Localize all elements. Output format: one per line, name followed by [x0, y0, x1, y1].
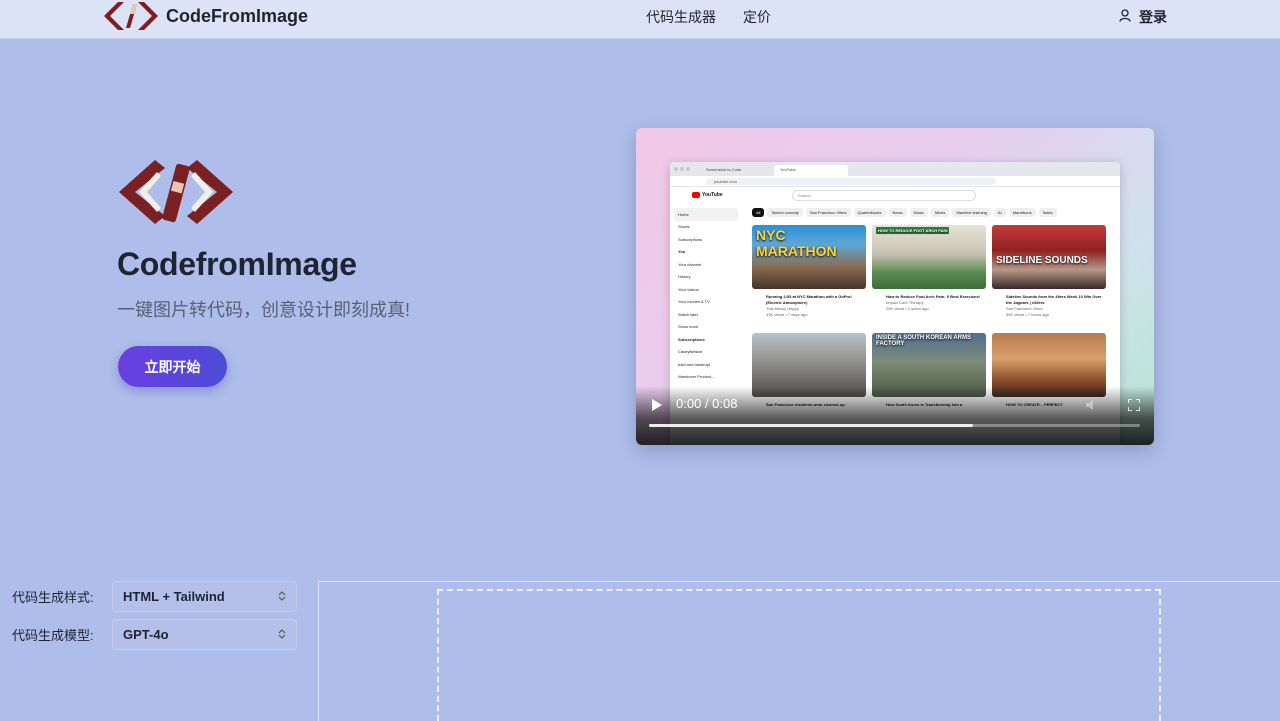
- yt-chip: San Francisco 49ers: [805, 208, 851, 217]
- video-thumbnail: NYC MARATHON: [752, 225, 866, 289]
- model-setting: 代码生成模型: GPT-4o: [12, 619, 297, 650]
- yt-side-item: Your videos: [678, 286, 699, 292]
- volume-icon[interactable]: [1086, 398, 1098, 416]
- yt-side-item: Watch later: [678, 311, 699, 317]
- video-progress-bar[interactable]: [649, 424, 1140, 427]
- browser-tab-active: YouTube: [774, 165, 848, 176]
- yt-chip: All: [752, 208, 765, 217]
- brand-name: CodeFromImage: [166, 5, 309, 26]
- video-thumbnail: SIDELINE SOUNDS: [992, 225, 1106, 289]
- style-value: HTML + Tailwind: [123, 589, 225, 604]
- yt-chip: AI: [993, 208, 1006, 217]
- play-icon[interactable]: [652, 398, 662, 416]
- yt-header: YouTube Search: [670, 187, 1120, 205]
- yt-chip: Mixes: [930, 208, 950, 217]
- yt-chip: Sketch comedy: [767, 208, 803, 217]
- video-meta: Sideline Sounds from the 49ers Week 10 W…: [1006, 294, 1102, 317]
- nav-pricing[interactable]: 定价: [743, 7, 771, 27]
- style-select[interactable]: HTML + Tailwind: [112, 581, 297, 612]
- model-value: GPT-4o: [123, 627, 169, 642]
- yt-side-item: You: [678, 249, 686, 255]
- user-icon: [1119, 9, 1139, 25]
- yt-chip: Quarterbacks: [853, 208, 886, 217]
- video-progress-fill: [649, 424, 974, 427]
- yt-search: Search: [792, 190, 976, 201]
- demo-video[interactable]: Screenshot to Code YouTube youtube.com Y…: [636, 128, 1154, 445]
- video-thumbnail: HOW TO REDUCE FOOT ARCH PAIN: [872, 225, 986, 289]
- image-dropzone[interactable]: [437, 589, 1161, 721]
- video-meta: Running 2:53 at NYC Marathon with a GoPr…: [766, 294, 852, 317]
- hero-logo-icon: [117, 158, 235, 231]
- code-brackets-icon: [104, 2, 158, 30]
- yt-side-item: bald and bankrupt: [678, 361, 711, 367]
- yt-chip: News: [888, 208, 907, 217]
- yt-chips: All Sketch comedy San Francisco 49ers Qu…: [752, 208, 1057, 217]
- top-navbar: CodeFromImage 代码生成器 定价 登录: [0, 0, 1280, 39]
- yt-chip: Marathons: [1008, 208, 1036, 217]
- address-bar: youtube.com: [670, 176, 1120, 187]
- yt-chip: Sales: [1038, 208, 1057, 217]
- chevron-up-down-icon: [278, 589, 286, 604]
- youtube-play-icon: [692, 192, 700, 198]
- yt-chip: Machine learning: [952, 208, 991, 217]
- chevron-up-down-icon: [278, 627, 286, 642]
- yt-side-item: Show more: [678, 324, 699, 330]
- fullscreen-icon[interactable]: [1127, 398, 1141, 416]
- login-label: 登录: [1139, 9, 1167, 25]
- yt-side-item: Subscriptions: [678, 336, 705, 342]
- model-select[interactable]: GPT-4o: [112, 619, 297, 650]
- hero-subtitle: 一键图片转代码，创意设计即刻成真!: [117, 300, 410, 320]
- nav-code-generator[interactable]: 代码生成器: [646, 7, 716, 27]
- window-controls: [674, 167, 690, 171]
- video-time: 0:00 / 0:08: [676, 396, 738, 411]
- yt-sidebar: Home Shorts Subscriptions You Your chann…: [674, 208, 738, 383]
- yt-side-item: Subscriptions: [678, 236, 703, 242]
- yt-logo: YouTube: [692, 192, 723, 198]
- yt-side-item: Your channel: [678, 261, 702, 267]
- brand[interactable]: CodeFromImage: [104, 2, 308, 30]
- main-nav: 代码生成器 定价: [646, 7, 771, 27]
- style-setting: 代码生成样式: HTML + Tailwind: [12, 581, 297, 612]
- yt-side-item: CaseyNeistat: [678, 349, 702, 355]
- hero-title: CodefromImage: [117, 246, 357, 282]
- video-controls: 0:00 / 0:08: [636, 386, 1154, 445]
- browser-tab: Screenshot to Code: [706, 167, 742, 172]
- browser-tabs: Screenshot to Code YouTube: [670, 162, 1120, 176]
- get-started-button[interactable]: 立即开始: [118, 346, 227, 387]
- yt-side-item: Your movies & TV: [678, 299, 710, 305]
- yt-side-item: Shorts: [678, 224, 690, 230]
- video-controls-right: [1086, 398, 1154, 416]
- url-text: youtube.com: [706, 178, 996, 185]
- yt-side-item: Home: [674, 208, 738, 221]
- login-button[interactable]: 登录: [1119, 7, 1167, 27]
- style-label: 代码生成样式:: [12, 590, 94, 605]
- yt-side-item: Wendover Product...: [678, 374, 715, 380]
- model-label: 代码生成模型:: [12, 628, 94, 643]
- yt-side-item: History: [678, 274, 691, 280]
- yt-chip: Music: [909, 208, 928, 217]
- video-meta: How to Reduce Foot Arch Pain- 5 Best Exe…: [886, 294, 980, 311]
